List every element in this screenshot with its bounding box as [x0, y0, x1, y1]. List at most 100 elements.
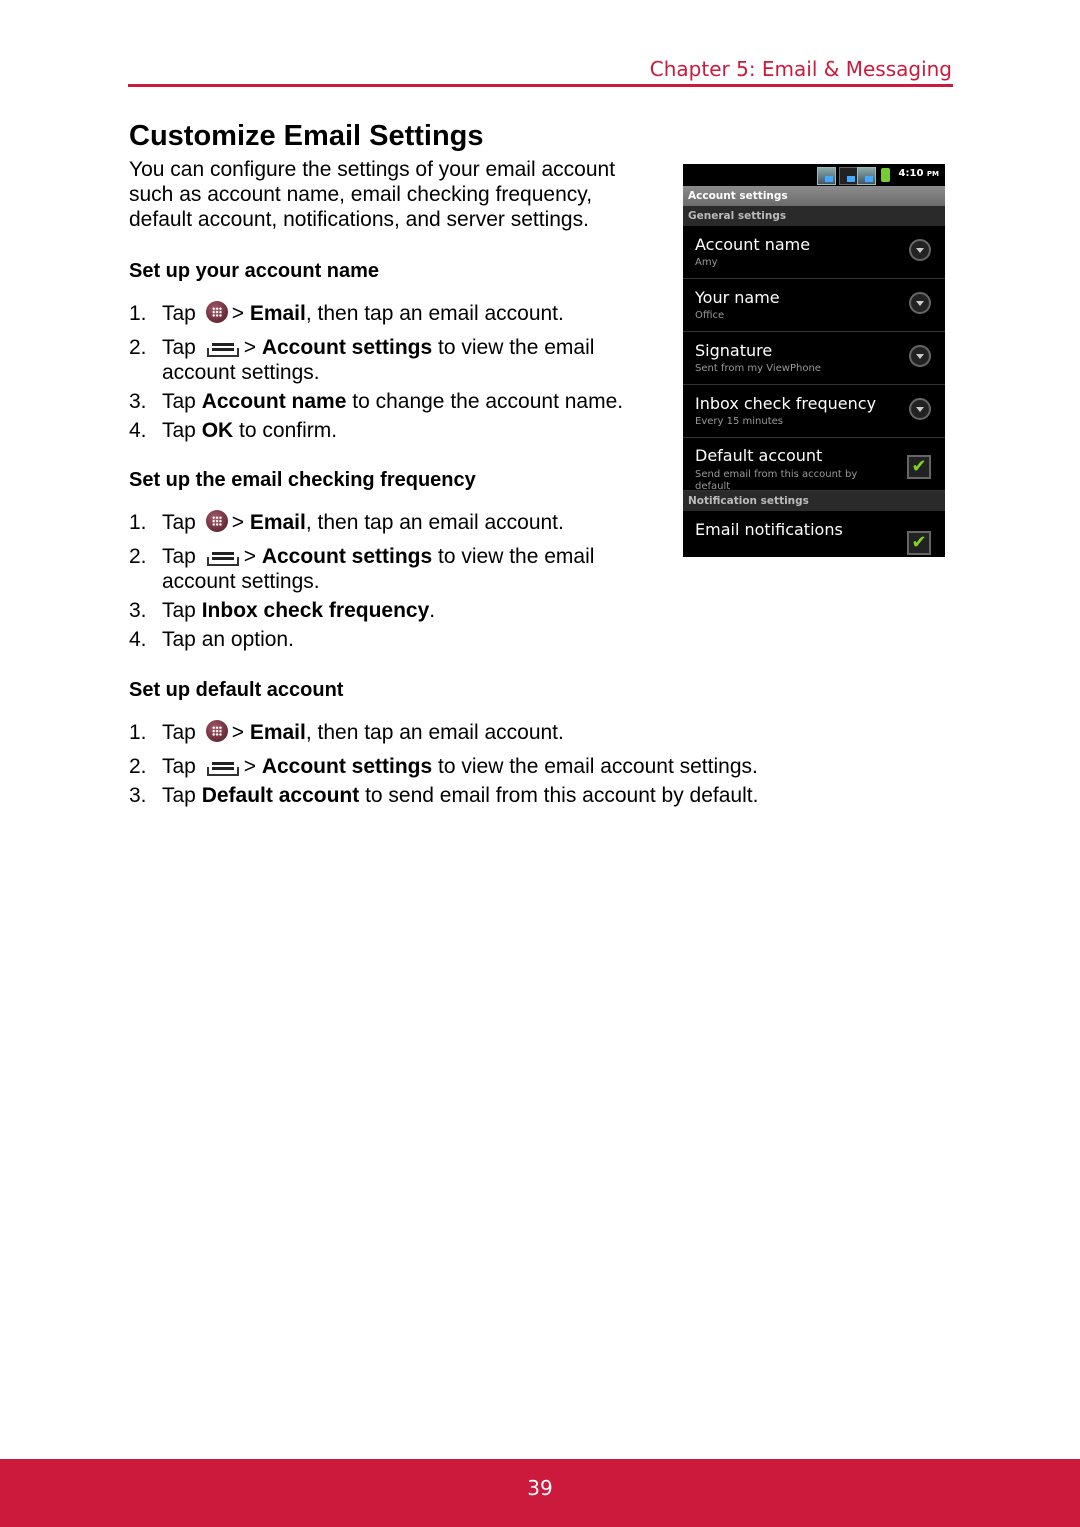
menu-icon [206, 339, 240, 357]
step-item: 3. Tap Account name to change the account… [129, 389, 644, 414]
pref-account-name[interactable]: Account name Amy [683, 226, 945, 279]
step-item: 1. Tap > Email, then tap an email account… [129, 720, 829, 745]
step-separator: > [231, 302, 244, 325]
page-number: 39 [527, 1476, 553, 1500]
step-text: Tap [162, 302, 196, 325]
step-item: 1. Tap > Email, then tap an email account… [129, 301, 644, 326]
step-text-tail: to send email from this account by defau… [359, 784, 759, 807]
pref-summary: Every 15 minutes [695, 416, 783, 427]
step-text-tail: to change the account name. [346, 390, 624, 413]
category-general-settings: General settings [683, 206, 945, 226]
step-text: Tap [162, 419, 202, 442]
step-bold-term: Account settings [261, 545, 433, 568]
step-item: 4. Tap an option. [129, 627, 644, 652]
dropdown-arrow-icon[interactable] [909, 398, 931, 420]
step-bold-term: Account name [201, 390, 347, 413]
category-notification-settings: Notification settings [683, 491, 945, 511]
pref-your-name[interactable]: Your name Office [683, 279, 945, 332]
status-bar: 4:10 PM [683, 164, 945, 186]
step-text: Tap [162, 511, 196, 534]
step-text-tail: to confirm. [233, 419, 338, 442]
step-text: Tap [162, 784, 202, 807]
step-text: Tap [162, 336, 196, 359]
section-heading-account-name: Set up your account name [129, 260, 380, 282]
step-item: 1. Tap > Email, then tap an email account… [129, 510, 644, 535]
step-item: 4. Tap OK to confirm. [129, 418, 644, 443]
step-number: 1. [129, 721, 147, 744]
step-separator: > [231, 721, 244, 744]
pref-summary: Send email from this account by default [695, 469, 858, 492]
pref-inbox-check-frequency[interactable]: Inbox check frequency Every 15 minutes [683, 385, 945, 438]
step-text-tail: , then tap an email account. [305, 721, 564, 744]
step-number: 3. [129, 390, 147, 413]
step-text: Tap [162, 599, 202, 622]
step-bold-term: Default account [201, 784, 360, 807]
step-number: 3. [129, 784, 147, 807]
signal-icon-2 [857, 167, 876, 185]
pref-title: Signature [695, 341, 773, 360]
pref-summary: Office [695, 310, 725, 321]
step-bold-term: OK [201, 419, 234, 442]
step-bold-term: Account settings [261, 755, 433, 778]
page-title: Customize Email Settings [129, 120, 484, 152]
header-divider [128, 84, 953, 87]
step-separator: > [243, 336, 256, 359]
dropdown-arrow-icon[interactable] [909, 345, 931, 367]
signal-icon [817, 167, 836, 185]
data-transfer-icon [839, 167, 858, 185]
step-separator: > [231, 511, 244, 534]
pref-title: Your name [695, 288, 780, 307]
step-number: 1. [129, 511, 147, 534]
menu-icon [206, 758, 240, 776]
pref-summary: Amy [695, 257, 718, 268]
checkbox-checked-icon[interactable]: ✔ [907, 455, 931, 479]
step-text: Tap [162, 721, 196, 744]
phone-title-bar: Account settings [683, 186, 945, 206]
apps-icon [205, 510, 228, 532]
step-number: 2. [129, 545, 147, 568]
dropdown-arrow-icon[interactable] [909, 292, 931, 314]
steps-account-name: 1. Tap > Email, then tap an email account… [129, 301, 644, 447]
pref-default-account[interactable]: Default account Send email from this acco… [683, 438, 945, 492]
pref-title: Inbox check frequency [695, 394, 877, 413]
step-number: 2. [129, 755, 147, 778]
apps-icon [205, 720, 228, 742]
step-bold-term: Email [249, 511, 306, 534]
dropdown-arrow-icon[interactable] [909, 239, 931, 261]
step-text-tail: to view the email account settings. [432, 755, 758, 778]
step-text-tail: . [429, 599, 436, 622]
chapter-title: Chapter 5: Email & Messaging [649, 57, 952, 81]
phone-screenshot: 4:10 PM Account settings General setting… [683, 164, 945, 557]
steps-check-frequency: 1. Tap > Email, then tap an email account… [129, 510, 644, 656]
section-heading-default-account: Set up default account [129, 679, 344, 701]
pref-signature[interactable]: Signature Sent from my ViewPhone [683, 332, 945, 385]
step-text: Tap [162, 545, 196, 568]
step-item: 3. Tap Inbox check frequency. [129, 598, 644, 623]
checkbox-checked-icon[interactable]: ✔ [907, 531, 931, 555]
pref-summary: Sent from my ViewPhone [695, 363, 821, 374]
step-text: Tap an option. [162, 628, 294, 651]
clock: 4:10 PM [898, 168, 939, 179]
pref-title: Email notifications [695, 520, 843, 539]
step-item: 2. Tap > Account settings to view the ema… [129, 754, 829, 779]
step-number: 4. [129, 419, 147, 442]
pref-title: Account name [695, 235, 811, 254]
step-item: 2. Tap > Account settings to view the ema… [129, 544, 644, 594]
apps-icon [205, 301, 228, 323]
section-heading-check-frequency: Set up the email checking frequency [129, 469, 476, 491]
step-item: 2. Tap > Account settings to view the ema… [129, 335, 644, 385]
step-bold-term: Email [249, 721, 306, 744]
step-bold-term: Account settings [261, 336, 433, 359]
step-number: 2. [129, 336, 147, 359]
step-number: 3. [129, 599, 147, 622]
step-item: 3. Tap Default account to send email from… [129, 783, 829, 808]
battery-icon [881, 168, 890, 182]
step-text: Tap [162, 390, 202, 413]
pref-email-notifications[interactable]: Email notifications ✔ [683, 511, 945, 557]
step-separator: > [243, 545, 256, 568]
menu-icon [206, 548, 240, 566]
step-text-tail: , then tap an email account. [305, 511, 564, 534]
step-text-tail: , then tap an email account. [305, 302, 564, 325]
step-number: 4. [129, 628, 147, 651]
step-text: Tap [162, 755, 196, 778]
